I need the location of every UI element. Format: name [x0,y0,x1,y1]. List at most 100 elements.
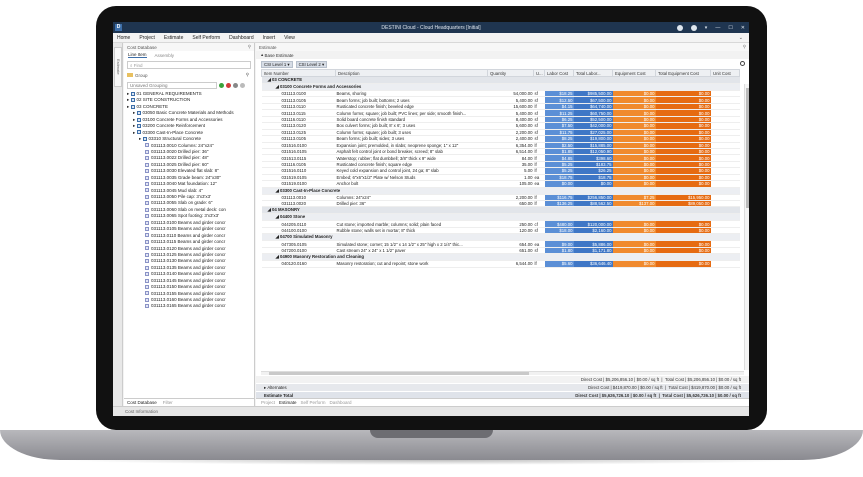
group-row-level1[interactable]: ◢ 03 CONCRETE [261,76,740,84]
edit-icon[interactable] [233,82,238,88]
tree-item-label: 031113.0055 Slab on grade: 6" [151,200,213,206]
category-icon [136,130,141,135]
remove-icon[interactable] [226,82,231,88]
line-item-icon [145,149,149,154]
tab-project[interactable]: Project [261,400,275,405]
settings-icon[interactable] [240,82,245,88]
group-label-text: 03100 Concrete Forms and Accessories [280,84,362,89]
tab-dashboard[interactable]: Dashboard [330,400,352,405]
group-row-level2[interactable]: ◢ 04400 Stone [261,213,740,222]
grouping-select[interactable]: Unsaved Grouping [127,81,217,89]
category-icon [130,98,135,103]
column-header[interactable]: Total Labor... [573,69,613,77]
column-header[interactable]: Description [335,69,488,77]
table-row[interactable]: 040120.0160 Masonry restoration; cut and … [261,260,740,268]
group-label: ◢ 04400 Stone [261,213,740,222]
column-header[interactable]: Quantity [487,69,534,77]
add-icon[interactable] [219,82,224,88]
group-label-text: 04700 Simulated Masonry [280,234,333,240]
line-item-icon [145,181,149,186]
tree-item-label: 03050 Basic Concrete Materials and Metho… [142,110,234,116]
group-row-level2[interactable]: ◢ 04900 Masonry Restoration and Cleaning [261,253,740,262]
tab-cost-database[interactable]: Cost Database [127,400,157,405]
tab-assembly[interactable]: Assembly [155,53,175,58]
find-input[interactable]: ⌕ Find [127,61,251,69]
cell-qty[interactable]: 6,544.00 [487,260,534,268]
menu-item[interactable]: Estimate [164,35,183,41]
tab-line-item[interactable]: Line Item [128,52,147,58]
column-header[interactable]: Labor Cost [544,69,574,77]
chip-csi-level-2[interactable]: CSI Level 2 ▾ [295,60,328,68]
tree-item-label: 031113.0025 Drilled pier: 60" [151,161,209,167]
menu-item[interactable]: Project [139,35,155,41]
column-header[interactable]: Item Number [261,69,336,77]
group-row-level2[interactable]: ◢ 03300 Cast-In-Place Concrete [261,187,740,195]
tab-estimate[interactable]: Estimate [279,400,297,405]
group-row-level2[interactable]: ◢ 04700 Simulated Masonry [261,233,740,242]
estimate-grid: Item Number Description Quantity U... Labor … [261,69,740,268]
scroll-thumb[interactable] [746,88,749,208]
column-header[interactable]: Total Equipment Cost [655,69,711,77]
alternates-row[interactable]: ▸ Alternates Direct Cost | $419,870.00 |… [256,384,749,391]
maximize-icon[interactable]: ☐ [728,25,732,31]
line-item-icon [145,297,149,302]
column-header[interactable]: Unit Cost [710,69,740,77]
help-icon[interactable] [676,24,683,31]
line-item-icon [145,143,149,148]
cell-u[interactable]: lf [533,260,545,268]
group-label: ◢ 03 CONCRETE [261,76,740,84]
group-pin-icon[interactable]: ⚲ [246,72,249,78]
tree-item-label: 031113.0150 Beams and girder concr [151,284,226,290]
chip-csi-level-1[interactable]: CSI Level 1 ▾ [261,60,293,68]
grouping-levels: CSI Level 1 ▾ CSI Level 2 ▾ [256,59,749,69]
base-estimate-label: Base Estimate [264,52,294,58]
cost-tree: ▸ 01 GENERAL REQUIREMENTS ▸ 02 SITE CONST… [124,91,254,310]
cell-eq[interactable]: $0.00 [612,260,656,268]
direct-cost-text: Direct Cost | $5,206,856.10 | $0.00 / sq… [580,377,660,382]
group-row-level1[interactable]: ◢ 04 MASONRY [261,206,740,215]
pin-icon[interactable]: ⚲ [248,44,251,50]
horizontal-scrollbar[interactable] [261,371,744,375]
column-header[interactable]: U... [533,69,545,77]
cell-teq[interactable]: $0.00 [655,260,711,268]
tree-item-label: 031113.0065 Spot footing: 3'x3'x3' [151,213,219,219]
menu-item[interactable]: Self Perform [192,35,220,41]
dropdown-icon[interactable]: ▾ [705,25,708,31]
menu-item[interactable]: Dashboard [229,35,253,41]
user-icon[interactable] [690,24,697,31]
cell-lab[interactable]: $5.60 [544,260,574,268]
alt-direct-text: Direct Cost | $419,870.00 | $0.00 / sq f… [588,385,663,390]
minimize-icon[interactable]: — [715,25,720,31]
tree-item-label: 031113.0115 Beams and girder concr [151,239,226,245]
cell-desc[interactable]: Column forms; square; job built; PVC lin… [335,109,488,117]
tab-self-perform[interactable]: Self Perform [301,400,326,405]
base-estimate-bar[interactable]: ▴ Base Estimate [256,51,749,59]
rail-tab-estimate[interactable]: Estimate [114,47,122,87]
laptop-base [0,430,863,460]
tab-filter[interactable]: Filter [163,400,173,405]
menu-item[interactable]: View [284,35,295,41]
scroll-thumb[interactable] [269,372,529,375]
line-item-icon [145,265,149,270]
tree-item[interactable]: 031113.0165 Beams and girder concr [124,303,254,309]
cell-tlab[interactable]: $36,646.40 [573,260,613,268]
tree-item-label: 031113.0165 Beams and girder concr [151,303,226,309]
cell-item[interactable]: 040120.0160 [261,260,336,268]
cell-unit-cost[interactable] [710,260,740,268]
search-icon[interactable] [740,61,745,66]
group-row-level2[interactable]: ◢ 03100 Concrete Forms and Accessories [261,83,740,91]
category-icon [136,124,141,128]
menu-item[interactable]: Insert [263,35,276,41]
line-item-icon [145,220,149,225]
ribbon-collapse-icon[interactable]: ⌄ [739,35,743,41]
column-header[interactable]: Equipment Cost [612,69,656,77]
close-icon[interactable]: ✕ [741,25,745,31]
grouping-row: Unsaved Grouping [127,81,251,89]
menu-item[interactable]: Home [117,35,130,41]
line-item-icon [145,201,149,206]
tree-item-label: 03200 Concrete Reinforcement [142,123,206,129]
vertical-scrollbar[interactable] [744,84,749,370]
cell-desc[interactable]: Masonry restoration; cut and repoint; st… [335,260,488,268]
estimate-pin-icon[interactable]: ⚲ [743,44,746,50]
line-item-icon [145,194,149,199]
